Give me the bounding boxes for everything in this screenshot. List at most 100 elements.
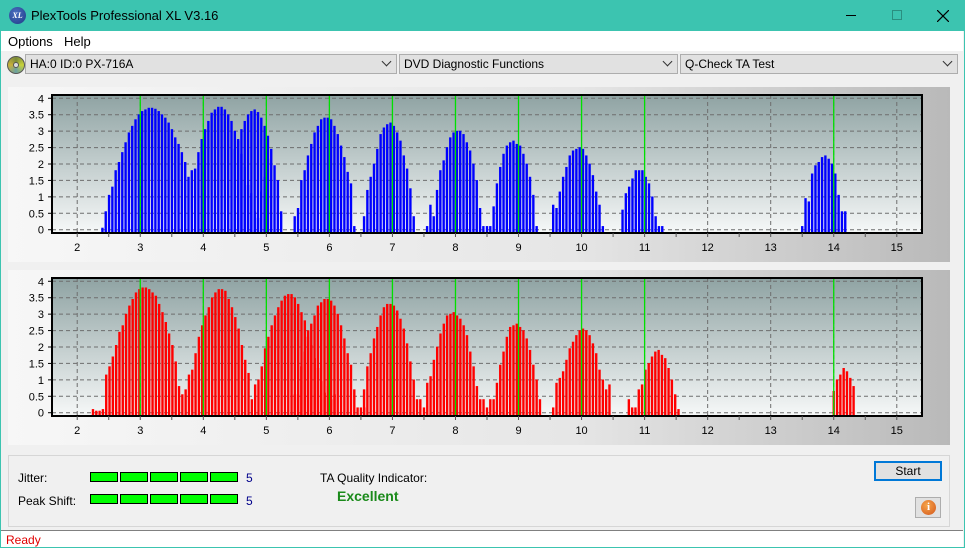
bar xyxy=(260,366,263,416)
bar xyxy=(432,216,435,233)
bar xyxy=(405,343,409,416)
minimize-button[interactable] xyxy=(828,0,874,31)
y-tick-label: 0 xyxy=(38,408,44,420)
bar xyxy=(326,299,330,416)
bar xyxy=(409,361,412,416)
y-tick-label: 3.5 xyxy=(29,293,44,305)
bar xyxy=(578,330,581,416)
bar xyxy=(187,374,191,416)
bar xyxy=(293,394,296,416)
bar xyxy=(220,289,224,416)
bar xyxy=(184,389,187,416)
bar xyxy=(637,389,640,416)
bar xyxy=(627,399,631,416)
meter-segment xyxy=(150,472,178,482)
bar xyxy=(290,294,293,416)
bar xyxy=(134,292,138,416)
bar xyxy=(386,303,389,416)
x-tick-label: 6 xyxy=(326,425,332,437)
bar xyxy=(111,356,115,416)
bar xyxy=(287,294,290,416)
drive-select[interactable]: HA:0 ID:0 PX-716A xyxy=(25,54,397,74)
bar xyxy=(263,125,266,233)
bar xyxy=(412,379,415,416)
bar xyxy=(253,384,257,416)
info-icon: i xyxy=(921,500,936,515)
y-tick-label: 3 xyxy=(38,309,44,321)
bar xyxy=(568,155,571,233)
bar xyxy=(353,226,356,233)
bar xyxy=(588,335,591,416)
bar xyxy=(849,377,852,416)
close-button[interactable] xyxy=(920,0,965,31)
bar xyxy=(432,359,436,416)
bar xyxy=(820,157,824,233)
bar xyxy=(256,112,260,233)
bar xyxy=(244,359,247,416)
bar xyxy=(449,313,452,416)
bar xyxy=(399,318,402,416)
bar xyxy=(555,208,558,233)
bar xyxy=(630,407,634,416)
bar xyxy=(571,341,575,416)
function-select[interactable]: DVD Diagnostic Functions xyxy=(399,54,678,74)
bar xyxy=(459,130,462,233)
bar xyxy=(230,120,233,233)
bar xyxy=(213,109,217,233)
bar xyxy=(627,186,631,233)
bar xyxy=(343,338,346,416)
bar xyxy=(439,170,442,233)
maximize-button[interactable] xyxy=(874,0,920,31)
y-tick-label: 4 xyxy=(38,276,44,288)
meter-segment xyxy=(120,494,148,504)
bar xyxy=(640,384,644,416)
bar xyxy=(91,409,95,416)
bar xyxy=(852,386,855,416)
bar xyxy=(140,111,144,233)
bar xyxy=(227,299,230,416)
bar xyxy=(568,348,571,416)
bar xyxy=(469,351,472,416)
bar xyxy=(492,399,495,416)
menu-help[interactable]: Help xyxy=(64,34,91,49)
start-button[interactable]: Start xyxy=(874,461,942,481)
bar xyxy=(842,368,845,416)
bar xyxy=(273,165,276,233)
bar xyxy=(257,379,260,416)
bar xyxy=(283,295,287,416)
bar xyxy=(439,333,442,416)
bar xyxy=(495,183,499,233)
bar xyxy=(475,180,478,233)
bar xyxy=(197,152,200,233)
bar xyxy=(128,305,131,416)
bar xyxy=(840,211,844,233)
bar xyxy=(121,152,124,233)
test-select[interactable]: Q-Check TA Test xyxy=(680,54,958,74)
bar xyxy=(515,323,518,416)
bar xyxy=(528,176,532,233)
bar xyxy=(293,216,296,233)
bar xyxy=(108,366,111,416)
bar xyxy=(415,399,419,416)
window-title: PlexTools Professional XL V3.16 xyxy=(31,8,219,23)
ta-quality-value: Excellent xyxy=(337,488,399,504)
info-button[interactable]: i xyxy=(915,497,941,518)
y-tick-label: 0.5 xyxy=(29,391,44,403)
bar xyxy=(154,295,158,416)
y-tick-label: 1 xyxy=(38,192,44,204)
bar xyxy=(657,226,661,233)
x-tick-label: 8 xyxy=(452,242,458,254)
bar xyxy=(412,216,415,233)
bar xyxy=(279,211,283,233)
bar xyxy=(455,315,459,416)
chevron-down-icon xyxy=(381,56,392,67)
bar xyxy=(310,323,313,416)
bar xyxy=(837,194,840,233)
bar xyxy=(220,106,223,233)
jitter-label: Jitter: xyxy=(18,471,48,485)
bar xyxy=(637,170,641,233)
bar xyxy=(634,170,637,233)
bar xyxy=(329,119,333,233)
menu-options[interactable]: Options xyxy=(8,34,53,49)
peak-shift-label: Peak Shift: xyxy=(18,494,77,508)
